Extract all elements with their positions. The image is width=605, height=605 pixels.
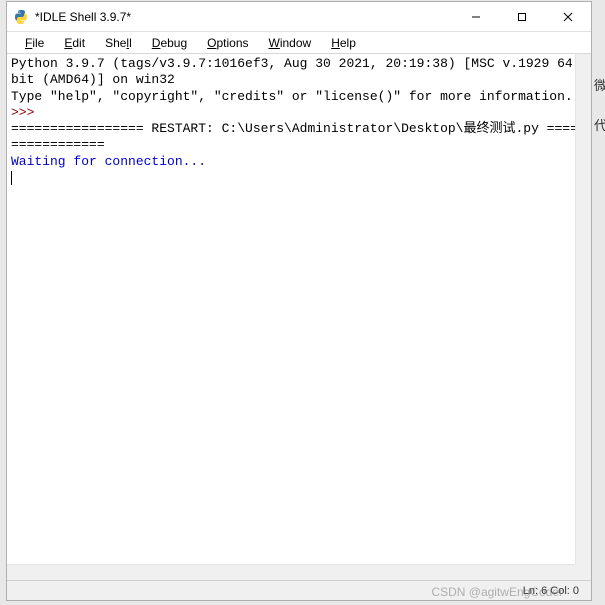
restart-line: ================= RESTART: C:\Users\Admi… [11,121,586,152]
menu-debug[interactable]: Debug [144,34,195,52]
window-controls [453,2,591,31]
python-icon [13,9,29,25]
statusbar: Ln: 6 Col: 0 [7,580,591,600]
menu-options[interactable]: Options [199,34,256,52]
bg-char: 代 [594,115,605,134]
shell-output[interactable]: Python 3.9.7 (tags/v3.9.7:1016ef3, Aug 3… [7,54,591,580]
scroll-corner [575,564,591,580]
window-title: *IDLE Shell 3.9.7* [35,10,453,24]
maximize-button[interactable] [499,2,545,31]
menu-help[interactable]: Help [323,34,364,52]
vertical-scrollbar[interactable] [575,54,591,580]
close-button[interactable] [545,2,591,31]
bg-char: 微 [594,75,605,94]
menu-window[interactable]: Window [261,34,320,52]
minimize-button[interactable] [453,2,499,31]
menubar: File Edit Shell Debug Options Window Hel… [7,32,591,54]
idle-window: *IDLE Shell 3.9.7* File Edit Shell Debug… [6,1,592,601]
titlebar[interactable]: *IDLE Shell 3.9.7* [7,2,591,32]
cursor-position: Ln: 6 Col: 0 [523,585,579,597]
waiting-message: Waiting for connection... [11,154,206,169]
python-banner: Python 3.9.7 (tags/v3.9.7:1016ef3, Aug 3… [11,56,581,87]
horizontal-scrollbar[interactable] [7,564,575,580]
menu-edit[interactable]: Edit [56,34,93,52]
text-cursor [11,171,12,185]
prompt: >>> [11,105,34,120]
menu-file[interactable]: File [17,34,52,52]
menu-shell[interactable]: Shell [97,34,140,52]
python-help-line: Type "help", "copyright", "credits" or "… [11,89,573,104]
